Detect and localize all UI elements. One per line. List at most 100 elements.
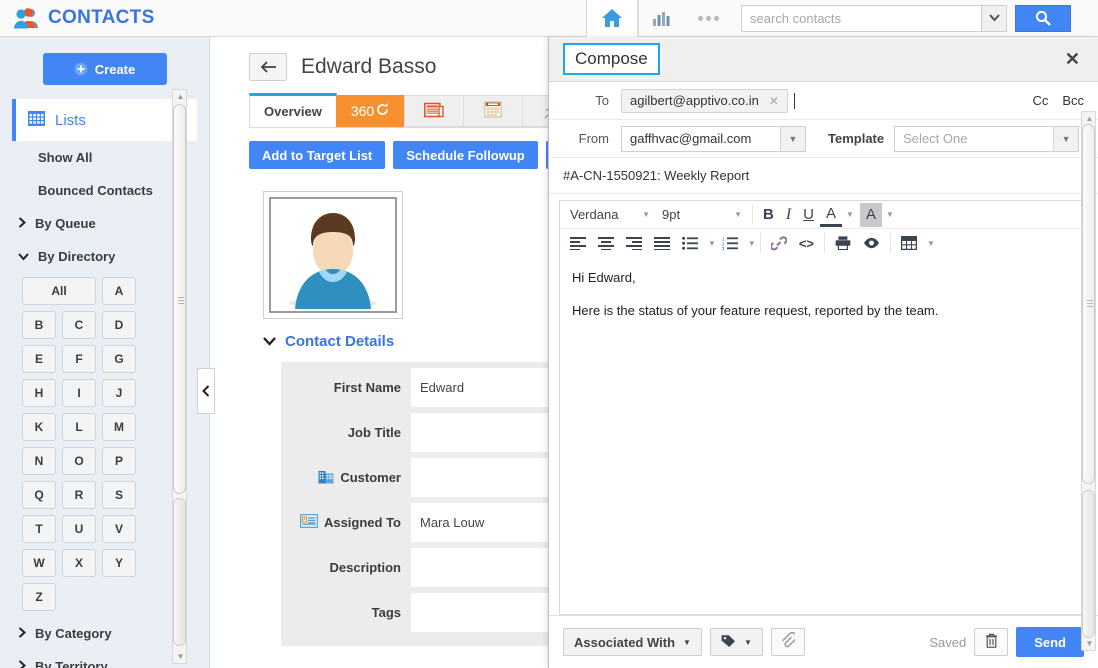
scrollbar-track-lower[interactable]	[173, 498, 186, 646]
subject-field[interactable]: #A-CN-1550921: Weekly Report	[549, 158, 1098, 194]
chevron-down-icon	[263, 333, 276, 350]
directory-letter-u[interactable]: U	[62, 515, 96, 543]
directory-letter-l[interactable]: L	[62, 413, 96, 441]
directory-letter-a[interactable]: A	[102, 277, 136, 305]
directory-letter-s[interactable]: S	[102, 481, 136, 509]
directory-letter-p[interactable]: P	[102, 447, 136, 475]
scrollbar-track-lower[interactable]	[1082, 490, 1095, 638]
search-button[interactable]	[1015, 4, 1071, 32]
triangle-down-icon[interactable]: ▼	[1083, 637, 1096, 650]
print-icon[interactable]	[829, 231, 857, 255]
directory-letter-d[interactable]: D	[102, 311, 136, 339]
bullet-list-icon[interactable]	[676, 231, 704, 255]
tab-overview[interactable]: Overview	[249, 93, 337, 127]
contact-details-label: Contact Details	[285, 333, 395, 350]
chevron-down-icon[interactable]: ▼	[927, 239, 935, 248]
tag-dropdown[interactable]: ▼	[709, 628, 763, 656]
align-justify-icon[interactable]	[648, 231, 676, 255]
chevron-down-icon[interactable]: ▼	[748, 239, 756, 248]
chevron-down-icon[interactable]: ▼	[708, 239, 716, 248]
search-input[interactable]	[741, 4, 981, 32]
to-input-caret[interactable]	[793, 92, 795, 109]
template-select[interactable]: Select One ▼	[894, 125, 1080, 152]
field-label: Assigned To	[323, 515, 401, 530]
body-line: Here is the status of your feature reque…	[572, 302, 939, 318]
tab-news[interactable]	[404, 95, 465, 127]
directory-letter-r[interactable]: R	[62, 481, 96, 509]
directory-letter-o[interactable]: O	[62, 447, 96, 475]
tab-calendar[interactable]	[463, 95, 524, 127]
tab-360[interactable]: 360	[335, 95, 406, 127]
link-icon[interactable]	[765, 231, 793, 255]
italic-icon[interactable]: I	[780, 203, 797, 227]
close-icon[interactable]: ✕	[1061, 49, 1084, 70]
email-body[interactable]: Hi Edward, Here is the status of your fe…	[560, 257, 1087, 614]
back-button[interactable]	[249, 53, 287, 81]
scrollbar-thumb[interactable]	[1082, 124, 1095, 484]
directory-letter-w[interactable]: W	[22, 549, 56, 577]
directory-letter-n[interactable]: N	[22, 447, 56, 475]
chevron-down-icon[interactable]: ▼	[846, 210, 854, 219]
app-logo[interactable]: CONTACTS	[0, 0, 586, 36]
bar-chart-icon[interactable]	[639, 0, 685, 37]
directory-letter-z[interactable]: Z	[22, 583, 56, 611]
sidebar-scrollbar[interactable]: ▲ ▼	[172, 89, 187, 664]
schedule-followup-button[interactable]: Schedule Followup	[393, 141, 538, 169]
cc-link[interactable]: Cc	[1032, 93, 1048, 108]
chevron-down-icon[interactable]: ▼	[886, 210, 894, 219]
send-button[interactable]: Send	[1016, 627, 1084, 657]
directory-letter-y[interactable]: Y	[102, 549, 136, 577]
compose-to-row: To agilbert@apptivo.co.in ✕ Cc Bcc	[549, 82, 1098, 120]
add-to-target-list-button[interactable]: Add to Target List	[249, 141, 386, 169]
directory-letter-c[interactable]: C	[62, 311, 96, 339]
ellipsis-icon[interactable]	[685, 0, 731, 37]
directory-letter-all[interactable]: All	[22, 277, 96, 305]
sidebar-item-lists[interactable]: Lists	[12, 99, 197, 141]
from-select[interactable]: gaffhvac@gmail.com ▼	[621, 125, 806, 152]
bold-icon[interactable]: B	[757, 203, 780, 227]
directory-letter-x[interactable]: X	[62, 549, 96, 577]
font-size-select[interactable]: 9pt ▼	[656, 203, 748, 227]
font-family-select[interactable]: Verdana ▼	[564, 203, 656, 227]
associated-with-dropdown[interactable]: Associated With ▼	[563, 628, 702, 656]
directory-letter-m[interactable]: M	[102, 413, 136, 441]
align-left-icon[interactable]	[564, 231, 592, 255]
directory-letter-i[interactable]: I	[62, 379, 96, 407]
align-right-icon[interactable]	[620, 231, 648, 255]
chevron-down-icon: ▼	[683, 637, 691, 647]
directory-letter-v[interactable]: V	[102, 515, 136, 543]
scrollbar-thumb[interactable]	[173, 104, 186, 494]
underline-icon[interactable]: U	[797, 203, 820, 227]
avatar[interactable]	[263, 191, 403, 319]
directory-letter-g[interactable]: G	[102, 345, 136, 373]
table-icon[interactable]	[895, 231, 923, 255]
align-center-icon[interactable]	[592, 231, 620, 255]
triangle-up-icon[interactable]: ▲	[174, 90, 187, 103]
recipient-chip[interactable]: agilbert@apptivo.co.in ✕	[621, 88, 788, 113]
source-code-icon[interactable]: <>	[793, 231, 820, 255]
directory-letter-t[interactable]: T	[22, 515, 56, 543]
template-value: Select One	[903, 131, 968, 146]
directory-letter-e[interactable]: E	[22, 345, 56, 373]
compose-scrollbar[interactable]: ▲ ▼	[1081, 111, 1096, 651]
triangle-up-icon[interactable]: ▲	[1083, 112, 1096, 125]
create-button[interactable]: Create	[42, 53, 167, 85]
remove-recipient-icon[interactable]: ✕	[769, 94, 779, 108]
highlight-color-icon[interactable]: A	[859, 202, 882, 227]
text-color-icon[interactable]: A	[820, 203, 843, 227]
sidebar-collapse-handle[interactable]	[197, 368, 215, 414]
triangle-down-icon[interactable]: ▼	[174, 650, 187, 663]
directory-letter-k[interactable]: K	[22, 413, 56, 441]
bcc-link[interactable]: Bcc	[1062, 93, 1084, 108]
numbered-list-icon[interactable]: 123	[716, 231, 744, 255]
home-icon[interactable]	[586, 0, 638, 37]
directory-letter-j[interactable]: J	[102, 379, 136, 407]
directory-letter-b[interactable]: B	[22, 311, 56, 339]
delete-draft-button[interactable]	[974, 628, 1009, 656]
directory-letter-q[interactable]: Q	[22, 481, 56, 509]
attach-button[interactable]	[770, 628, 805, 656]
search-scope-dropdown[interactable]	[981, 4, 1007, 32]
directory-letter-h[interactable]: H	[22, 379, 56, 407]
preview-icon[interactable]	[857, 231, 886, 255]
directory-letter-f[interactable]: F	[62, 345, 96, 373]
